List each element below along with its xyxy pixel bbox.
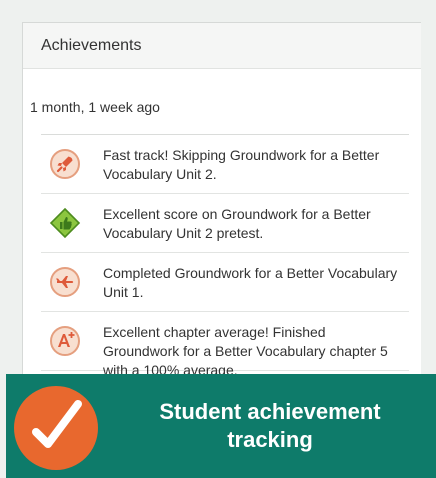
achievement-text: Fast track! Skipping Groundwork for a Be…	[103, 147, 380, 182]
thumbs-up-badge-icon	[49, 207, 81, 239]
achievement-date: 1 month, 1 week ago	[30, 99, 160, 115]
airplane-badge-icon	[50, 267, 80, 297]
checkmark-icon	[32, 400, 82, 448]
achievement-item-completed-unit: Completed Groundwork for a Better Vocabu…	[41, 253, 409, 312]
screenshot-frame: Achievements 1 month, 1 week ago Fast tr…	[0, 0, 436, 478]
panel-title: Achievements	[41, 36, 142, 54]
checkmark-badge	[14, 386, 98, 470]
achievement-text: Completed Groundwork for a Better Vocabu…	[103, 265, 398, 300]
achievement-text: Excellent chapter average! Finished Grou…	[103, 324, 388, 378]
achievement-list: Fast track! Skipping Groundwork for a Be…	[41, 134, 409, 378]
achievement-text: Excellent score on Groundwork for a Bett…	[103, 206, 371, 241]
a-plus-badge-icon	[50, 326, 80, 356]
achievement-item-excellent-score: Excellent score on Groundwork for a Bett…	[41, 194, 409, 253]
rocket-badge-icon	[50, 149, 80, 179]
achievement-item-chapter-average: Excellent chapter average! Finished Grou…	[41, 312, 409, 378]
achievement-item-fast-track: Fast track! Skipping Groundwork for a Be…	[41, 135, 409, 194]
banner-title: Student achievement tracking	[159, 399, 381, 452]
panel-header: Achievements	[23, 23, 421, 69]
